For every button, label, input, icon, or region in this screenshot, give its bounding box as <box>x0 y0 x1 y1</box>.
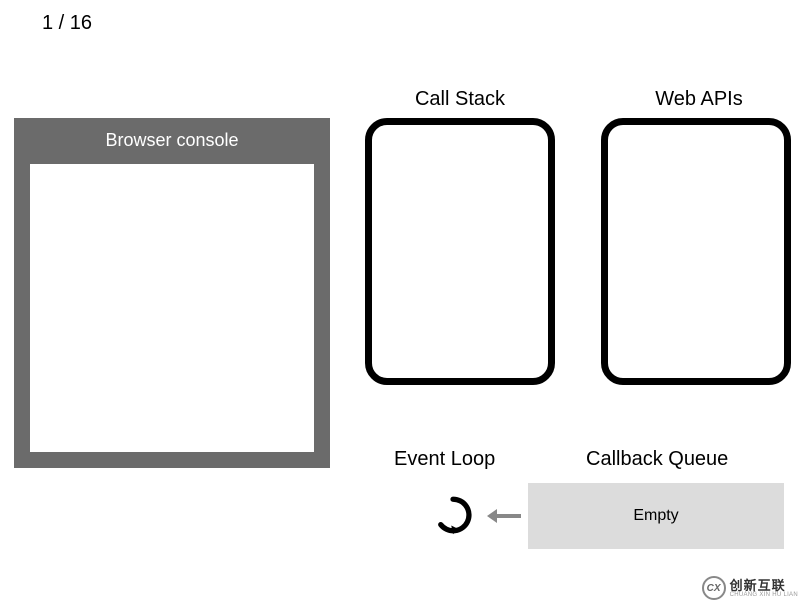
watermark-logo: CX <box>702 576 726 600</box>
call-stack-box <box>365 118 555 385</box>
page-counter: 1 / 16 <box>42 12 92 35</box>
browser-console-title: Browser console <box>14 130 330 151</box>
call-stack-label: Call Stack <box>405 88 515 111</box>
arrow-left-icon <box>487 507 523 525</box>
event-loop-label: Event Loop <box>394 448 495 471</box>
web-apis-box <box>601 118 791 385</box>
browser-console-output <box>30 164 314 452</box>
watermark-cn: 创新互联 <box>730 579 798 592</box>
callback-queue-label: Callback Queue <box>586 448 728 471</box>
watermark: CX 创新互联 CHUANG XIN HU LIAN <box>702 576 798 600</box>
web-apis-label: Web APIs <box>644 88 754 111</box>
event-loop-icon <box>432 494 474 536</box>
watermark-en: CHUANG XIN HU LIAN <box>730 592 798 598</box>
watermark-text: 创新互联 CHUANG XIN HU LIAN <box>730 579 798 598</box>
callback-queue-content: Empty <box>633 507 678 525</box>
callback-queue-box: Empty <box>528 483 784 549</box>
browser-console-panel: Browser console <box>14 118 330 468</box>
